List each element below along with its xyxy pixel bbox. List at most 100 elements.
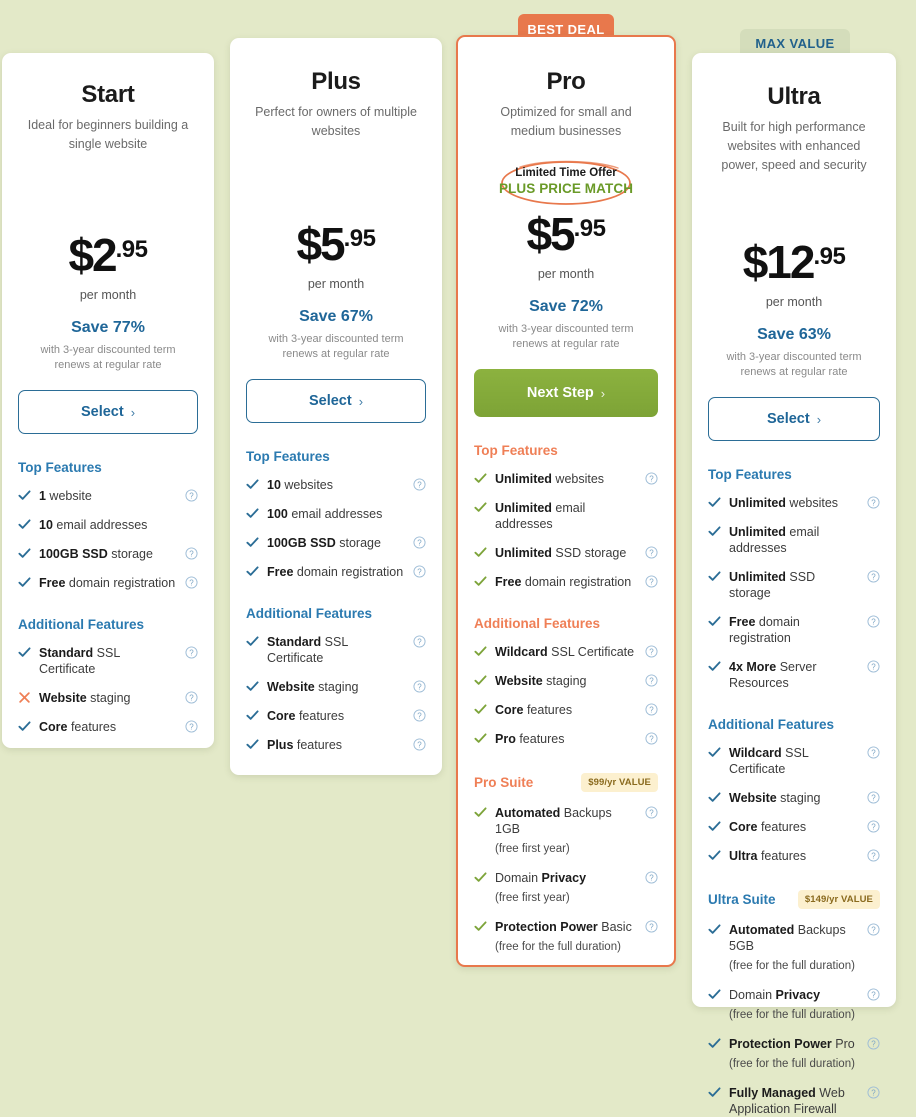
- question-mark-circle-icon[interactable]: ?: [867, 496, 880, 509]
- question-mark-circle-icon[interactable]: ?: [645, 920, 658, 933]
- question-mark-circle-icon[interactable]: ?: [413, 478, 426, 491]
- question-mark-circle-icon[interactable]: ?: [645, 703, 658, 716]
- question-mark-circle-icon[interactable]: ?: [185, 646, 198, 659]
- question-mark-circle-icon[interactable]: ?: [413, 536, 426, 549]
- additional-feature-start-0-label: Standard SSL Certificate: [39, 646, 120, 676]
- plan-name-plus: Plus: [311, 68, 361, 95]
- svg-text:?: ?: [417, 539, 422, 548]
- question-mark-circle-icon[interactable]: ?: [413, 709, 426, 722]
- price-amount-plus: $5: [296, 218, 345, 270]
- cta-button-start[interactable]: Select ›: [18, 390, 198, 434]
- question-mark-circle-icon[interactable]: ?: [867, 923, 880, 936]
- question-mark-circle-icon[interactable]: ?: [413, 635, 426, 648]
- svg-text:?: ?: [871, 823, 876, 832]
- question-mark-circle-icon[interactable]: ?: [867, 820, 880, 833]
- question-mark-circle-icon[interactable]: ?: [867, 791, 880, 804]
- cta-button-plus[interactable]: Select ›: [246, 379, 426, 423]
- check-icon: [474, 703, 487, 717]
- top-feature-start-3-row: Free domain registration ?: [18, 575, 198, 591]
- additional-feature-plus-1-row: Website staging ?: [246, 679, 426, 695]
- check-icon: [18, 646, 31, 660]
- suite-feature-ultra-2-label: Protection Power Pro (free for the full d…: [729, 1037, 855, 1070]
- question-mark-circle-icon[interactable]: ?: [185, 720, 198, 733]
- question-mark-circle-icon[interactable]: ?: [185, 691, 198, 704]
- cta-button-pro[interactable]: Next Step ›: [474, 369, 658, 417]
- question-mark-circle-icon[interactable]: ?: [185, 489, 198, 502]
- plan-description-plus: Perfect for owners of multiple websites: [255, 105, 417, 138]
- additional-feature-ultra-1-row: Website staging ?: [708, 790, 880, 806]
- top-feature-plus-0-row: 10 websites ?: [246, 477, 426, 493]
- suite-title-pro: Pro Suite: [474, 775, 534, 790]
- plan-description-ultra: Built for high performance websites with…: [721, 120, 867, 172]
- additional-features-title-plus: Additional Features: [246, 606, 373, 621]
- svg-text:?: ?: [417, 638, 422, 647]
- suite-feature-ultra-0-label: Automated Backups 5GB (free for the full …: [729, 923, 855, 972]
- question-mark-circle-icon[interactable]: ?: [645, 674, 658, 687]
- top-feature-ultra-4-label: 4x More Server Resources: [729, 660, 817, 690]
- question-mark-circle-icon[interactable]: ?: [867, 1086, 880, 1099]
- question-mark-circle-icon[interactable]: ?: [645, 871, 658, 884]
- question-mark-circle-icon[interactable]: ?: [867, 615, 880, 628]
- question-mark-circle-icon[interactable]: ?: [645, 472, 658, 485]
- top-feature-ultra-3-label: Free domain registration: [729, 615, 800, 645]
- question-mark-circle-icon[interactable]: ?: [867, 660, 880, 673]
- svg-text:?: ?: [649, 578, 654, 587]
- suite-feature-ultra-1-row: Domain Privacy (free for the full duratio…: [708, 987, 880, 1023]
- question-mark-circle-icon[interactable]: ?: [645, 645, 658, 658]
- additional-feature-plus-0-label: Standard SSL Certificate: [267, 635, 348, 665]
- chevron-right-icon: ›: [816, 411, 822, 427]
- additional-feature-plus-2-label: Core features: [267, 709, 345, 723]
- question-mark-circle-icon[interactable]: ?: [185, 576, 198, 589]
- question-mark-circle-icon[interactable]: ?: [645, 732, 658, 745]
- additional-feature-ultra-3-label: Ultra features: [729, 849, 807, 863]
- check-icon: [708, 615, 721, 629]
- top-feature-ultra-4-row: 4x More Server Resources ?: [708, 659, 880, 691]
- question-mark-circle-icon[interactable]: ?: [645, 546, 658, 559]
- check-icon: [708, 849, 721, 863]
- suite-feature-ultra-2-row: Protection Power Pro (free for the full d…: [708, 1036, 880, 1072]
- additional-feature-plus-2-row: Core features ?: [246, 708, 426, 724]
- additional-feature-start-2-label: Core features: [39, 720, 117, 734]
- svg-text:?: ?: [189, 492, 194, 501]
- check-icon: [246, 536, 259, 550]
- per-month-label-ultra: per month: [765, 295, 823, 309]
- additional-feature-start-1-label: Website staging: [39, 691, 131, 705]
- svg-text:?: ?: [649, 923, 654, 932]
- svg-text:?: ?: [871, 1040, 876, 1049]
- check-icon: [708, 1037, 721, 1051]
- pricing-card-start: Start Ideal for beginners building a sing…: [2, 53, 214, 748]
- save-label-ultra: Save 63%: [757, 326, 831, 343]
- top-feature-pro-2-label: Unlimited SSD storage: [495, 546, 627, 560]
- check-icon: [246, 478, 259, 492]
- svg-text:?: ?: [189, 579, 194, 588]
- top-feature-start-1-label: 10 email addresses: [39, 518, 148, 532]
- question-mark-circle-icon[interactable]: ?: [645, 806, 658, 819]
- per-month-label-pro: per month: [537, 267, 595, 281]
- question-mark-circle-icon[interactable]: ?: [413, 565, 426, 578]
- question-mark-circle-icon[interactable]: ?: [413, 738, 426, 751]
- suite-header-ultra: Ultra Suite $149/yr VALUE: [708, 890, 880, 909]
- check-icon: [474, 645, 487, 659]
- top-feature-ultra-0-label: Unlimited websites: [729, 496, 839, 510]
- question-mark-circle-icon[interactable]: ?: [867, 1037, 880, 1050]
- pricing-card-pro: Pro Optimized for small and medium busine…: [456, 35, 676, 967]
- question-mark-circle-icon[interactable]: ?: [645, 575, 658, 588]
- question-mark-circle-icon[interactable]: ?: [185, 547, 198, 560]
- additional-feature-pro-2-label: Core features: [495, 703, 573, 717]
- chevron-right-icon: ›: [358, 393, 364, 409]
- chevron-right-icon: ›: [130, 404, 136, 420]
- additional-feature-pro-1-label: Website staging: [495, 674, 587, 688]
- svg-text:?: ?: [649, 706, 654, 715]
- additional-features-title-pro: Additional Features: [474, 616, 601, 631]
- check-icon: [18, 576, 31, 590]
- check-icon: [246, 738, 259, 752]
- question-mark-circle-icon[interactable]: ?: [867, 570, 880, 583]
- question-mark-circle-icon[interactable]: ?: [867, 746, 880, 759]
- additional-features-title-start: Additional Features: [18, 617, 145, 632]
- additional-feature-pro-2-row: Core features ?: [474, 702, 658, 718]
- cta-button-ultra[interactable]: Select ›: [708, 397, 880, 441]
- question-mark-circle-icon[interactable]: ?: [867, 849, 880, 862]
- question-mark-circle-icon[interactable]: ?: [867, 988, 880, 1001]
- top-feature-ultra-0-row: Unlimited websites ?: [708, 495, 880, 511]
- question-mark-circle-icon[interactable]: ?: [413, 680, 426, 693]
